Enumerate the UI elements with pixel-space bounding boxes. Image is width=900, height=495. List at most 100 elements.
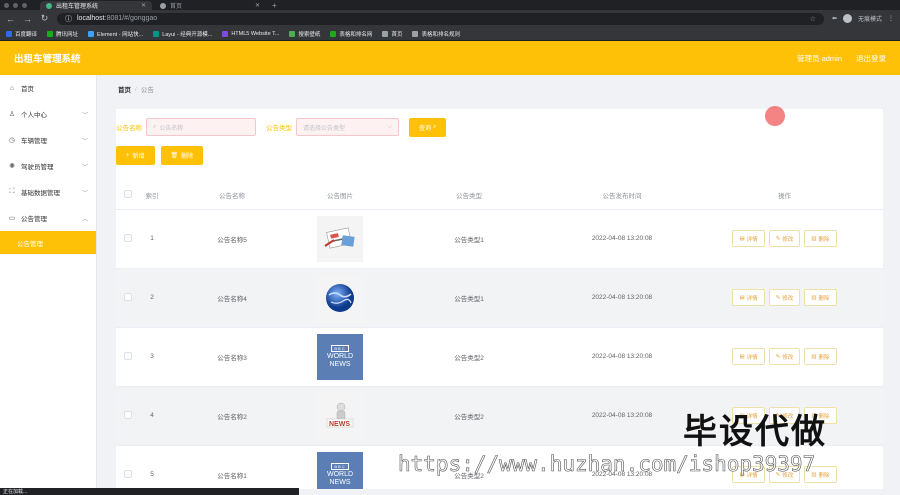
row-time: 2022-04-08 13:20:08 <box>558 386 686 446</box>
detail-button[interactable]: ▤ 详情 <box>732 348 765 365</box>
row-checkbox[interactable] <box>124 351 132 360</box>
delete-button[interactable]: ▥ 删除 <box>804 230 837 247</box>
bookmark-item[interactable]: Element - 网站快... <box>88 30 143 38</box>
col-time: 公告发布时间 <box>558 181 686 210</box>
bookmark-favicon-icon <box>47 30 54 37</box>
row-select-cell <box>116 327 140 387</box>
bbc-logo: BBC <box>331 344 349 352</box>
extension-icon[interactable]: ⬅ <box>832 15 837 22</box>
batch-delete-label: 删除 <box>181 154 194 160</box>
bookmark-label: HTML5 Website T... <box>231 30 280 37</box>
name-search-label: 公告名称 <box>116 125 142 132</box>
edit-button-label: 修改 <box>782 354 794 361</box>
edit-icon: ✎ <box>775 235 781 242</box>
table-row: 2 公告名称4 公告类型1 2022-04-08 13:20:08 ▤ 详情 ✎ 修改 ▥ 删除 <box>116 268 883 328</box>
row-name: 公告名称3 <box>164 327 300 387</box>
add-button[interactable]: + 新增 <box>116 146 155 165</box>
name-search-placeholder: 公告名称 <box>159 125 184 132</box>
bookmark-item[interactable]: HTML5 Website T... <box>222 30 280 37</box>
announcement-image: BBC WORLD NEWS <box>317 333 363 380</box>
type-select-placeholder: 请选择公告类型 <box>303 125 346 132</box>
edit-button[interactable]: ✎ 修改 <box>768 289 801 306</box>
globe-image <box>326 283 354 312</box>
bookmark-favicon-icon <box>88 30 95 37</box>
reload-icon[interactable]: ↻ <box>40 13 49 24</box>
bookmark-item[interactable]: 百度翻译 <box>6 30 37 38</box>
sidebar-item[interactable]: ✺ 驾驶员管理 ﹀ <box>0 153 96 179</box>
bookmark-favicon-icon <box>222 30 229 37</box>
browser-tab-strip: 出租车管理系统 ✕ 首页 ✕ + <box>0 0 900 10</box>
browser-tab-active[interactable]: 出租车管理系统 ✕ <box>40 1 152 10</box>
sidebar-item[interactable]: ▭ 公告管理 ︿ <box>0 205 96 231</box>
search-icon: ⌕ <box>153 123 157 130</box>
sidebar-item[interactable]: ♙ 个人中心 ﹀ <box>0 101 96 127</box>
close-tab-icon[interactable]: ✕ <box>141 2 146 9</box>
new-tab-icon[interactable]: + <box>268 1 277 10</box>
breadcrumb-home[interactable]: 首页 <box>118 84 131 94</box>
bookmark-star-icon[interactable]: ☆ <box>810 15 816 23</box>
sidebar-item-label: 首页 <box>21 86 34 93</box>
row-checkbox[interactable] <box>124 292 132 301</box>
col-name: 公告名称 <box>164 181 300 210</box>
crop-icon: ⛶ <box>9 188 15 195</box>
edit-button[interactable]: ✎ 修改 <box>768 230 801 247</box>
row-select-cell <box>116 386 140 446</box>
query-button[interactable]: 查询 ⌕ <box>409 117 447 137</box>
detail-button[interactable]: ▤ 详情 <box>732 289 765 306</box>
announcement-image: BBC WORLD NEWS <box>317 451 363 489</box>
bookmark-item[interactable]: 表格和排名网 <box>330 30 372 38</box>
row-checkbox[interactable] <box>124 469 132 478</box>
url-host: localhost <box>77 15 105 22</box>
row-select-cell <box>116 268 140 328</box>
sidebar-item[interactable]: ⌂ 首页 <box>0 75 96 101</box>
logout-link[interactable]: 退出登录 <box>856 53 886 64</box>
edit-icon: ✎ <box>775 353 781 360</box>
chevron-icon: ﹀ <box>81 190 88 197</box>
bookmark-item[interactable]: 首页 <box>382 30 402 38</box>
type-select[interactable]: 请选择公告类型 ⌵ <box>296 118 399 136</box>
select-all-checkbox[interactable] <box>124 189 132 198</box>
delete-button[interactable]: ▥ 删除 <box>804 289 837 306</box>
table-row: 3 公告名称3 BBC WORLD NEWS 公告类型2 2022-04-08 13:20:… <box>116 327 883 387</box>
bookmark-favicon-icon <box>412 30 419 37</box>
batch-delete-button[interactable]: 🗑 删除 <box>160 146 204 165</box>
sidebar-subitem-announcements[interactable]: 公告管理 <box>0 231 96 254</box>
document-icon: ▤ <box>739 235 745 242</box>
sidebar-item[interactable]: ◷ 车辆管理 ﹀ <box>0 127 96 153</box>
bookmark-item[interactable]: 腾讯网址 <box>47 30 78 38</box>
profile-avatar-icon[interactable] <box>842 14 852 23</box>
sidebar-item[interactable]: ⛶ 基础数据管理 ﹀ <box>0 179 96 205</box>
row-checkbox[interactable] <box>124 233 132 242</box>
trash-icon: 🗑 <box>170 153 179 159</box>
bookmark-item[interactable]: Layui - 经典开源模... <box>153 30 212 38</box>
sidebar-item-label: 公告管理 <box>21 216 47 223</box>
row-checkbox[interactable] <box>124 410 132 419</box>
row-index: 2 <box>140 268 164 328</box>
delete-button-label: 删除 <box>818 472 830 479</box>
news-sign-text: NEWS <box>329 421 350 428</box>
action-bar: + 新增 🗑 删除 <box>116 137 883 173</box>
bookmark-item[interactable]: 表格和排名规则 <box>412 30 460 38</box>
close-tab-icon[interactable]: ✕ <box>255 2 260 9</box>
back-icon[interactable]: ← <box>6 14 15 24</box>
name-search-input[interactable]: ⌕ 公告名称 <box>146 118 256 136</box>
bookmark-item[interactable]: 搜索壁纸 <box>289 30 320 38</box>
document-icon: ▤ <box>739 353 745 360</box>
forward-icon[interactable]: → <box>23 14 32 24</box>
browser-tab-inactive[interactable]: 首页 ✕ <box>154 1 266 10</box>
profile-label[interactable]: 无痕模式 <box>858 14 882 23</box>
row-actions-cell: ▤ 详情 ✎ 修改 ▥ 删除 <box>686 268 883 328</box>
menu-kebab-icon[interactable]: ⋮ <box>888 15 894 22</box>
delete-button[interactable]: ▥ 删除 <box>804 348 837 365</box>
current-user: 管理员 admin <box>796 53 842 63</box>
watermark-url: https://www.huzhan.com/ishop39397 <box>398 452 816 477</box>
tab-title: 出租车管理系统 <box>56 4 99 10</box>
chevron-icon: ﹀ <box>81 138 88 145</box>
url-field[interactable]: ⓘ localhost:8081/#/gonggao ☆ <box>57 12 824 25</box>
info-icon: ⓘ <box>65 15 72 23</box>
watermark-text: 毕设代做 <box>683 412 827 452</box>
trash-icon: ▥ <box>811 235 817 242</box>
edit-button[interactable]: ✎ 修改 <box>768 348 801 365</box>
detail-button[interactable]: ▤ 详情 <box>732 230 765 247</box>
globe-favicon-icon <box>160 2 166 9</box>
